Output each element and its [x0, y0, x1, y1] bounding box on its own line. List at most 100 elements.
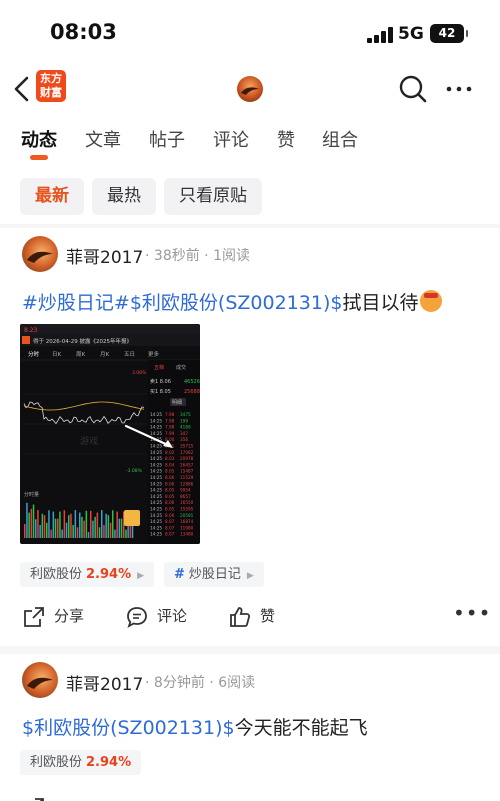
volume-bar — [83, 520, 85, 538]
profile-avatar[interactable] — [237, 76, 263, 102]
volume-bar — [109, 522, 112, 538]
tick-time: 14:25 — [150, 494, 162, 499]
tick-time: 14:25 — [150, 488, 162, 493]
tick-price: 8.06 — [165, 481, 175, 486]
volume-bar — [120, 518, 123, 538]
tick-price: 8.05 — [165, 469, 175, 474]
volume-bar — [105, 513, 107, 538]
disclosure-note: 得于 2026-04-29 披露《2025年年报》 — [33, 337, 132, 345]
stock-tag-link[interactable]: $利欧股份(SZ002131)$ — [22, 717, 235, 739]
stock-pill[interactable]: 利欧股份 2.94% — [20, 750, 142, 775]
tick-volume: 17082 — [180, 450, 194, 455]
tick-time: 14:25 — [150, 500, 162, 505]
stock-change: 2.94% — [86, 567, 132, 582]
search-icon[interactable] — [398, 74, 428, 104]
post-card[interactable]: 菲哥2017 · 8分钟前 · 6阅读 $利欧股份(SZ002131)$今天能不… — [0, 662, 500, 801]
angry-face-icon — [420, 290, 443, 312]
tick-volume: 11529 — [180, 475, 194, 480]
share-icon — [35, 798, 44, 801]
tick-volume: 9954 — [180, 488, 191, 493]
tab-likes[interactable]: 赞 — [277, 126, 295, 152]
chart-tab: 更多 — [148, 350, 160, 358]
volume-bar — [101, 510, 103, 538]
post-card[interactable]: 菲哥2017 · 38秒前 · 1阅读 #炒股日记#$利欧股份(SZ002131… — [0, 236, 500, 646]
volume-bar — [94, 516, 96, 538]
tab-portfolio[interactable]: 组合 — [322, 126, 358, 152]
pct-up-label: 3.08% — [132, 370, 147, 376]
volume-subchart-label: 分时量 — [24, 491, 39, 498]
more-options-icon[interactable]: ••• — [453, 601, 491, 625]
like-button[interactable]: 赞 — [228, 601, 288, 631]
tick-time: 14:25 — [150, 532, 162, 537]
volume-bar — [92, 520, 94, 538]
share-label: 分享 — [54, 607, 85, 625]
tick-price: 8.02 — [165, 450, 175, 455]
logo-text-bottom: 财富 — [40, 86, 62, 99]
status-bar: 08:03 5G 42 — [0, 0, 500, 62]
network-type: 5G — [398, 24, 424, 44]
tick-time: 14:25 — [150, 444, 162, 449]
orderbook-tab: 成交 — [176, 364, 186, 371]
post-content[interactable]: #炒股日记#$利欧股份(SZ002131)$拭目以待 — [22, 288, 443, 315]
more-menu-icon[interactable] — [444, 74, 474, 104]
tick-time: 14:25 — [150, 469, 162, 474]
tick-price: 8.05 — [165, 507, 175, 512]
tab-posts[interactable]: 帖子 — [149, 126, 185, 152]
profile-tabs: 动态 文章 帖子 评论 赞 组合 — [0, 126, 500, 166]
volume-bar — [24, 524, 26, 538]
share-icon — [24, 607, 44, 627]
share-button[interactable]: 分享 — [22, 601, 92, 631]
tab-dynamics[interactable]: 动态 — [21, 126, 57, 152]
volume-bar — [50, 529, 52, 538]
tab-comments[interactable]: 评论 — [213, 126, 249, 152]
post-text: 拭目以待 — [342, 292, 419, 314]
tick-volume: 16874 — [180, 519, 194, 524]
bid-volume: 25688 — [184, 389, 200, 395]
tick-time: 14:25 — [150, 507, 162, 512]
tab-articles[interactable]: 文章 — [85, 126, 121, 152]
topic-pill[interactable]: # 炒股日记 ▶ — [164, 562, 264, 587]
volume-bar — [116, 511, 118, 538]
volume-bar — [41, 513, 44, 538]
tick-volume: 26457 — [180, 462, 194, 467]
app-logo[interactable]: 东方 财富 — [36, 70, 66, 102]
share-button[interactable] — [22, 792, 92, 801]
stock-tag-link[interactable]: $利欧股份(SZ002131)$ — [130, 292, 343, 314]
post-content[interactable]: $利欧股份(SZ002131)$今天能不能起飞 — [22, 713, 368, 740]
volume-bar — [98, 527, 101, 538]
volume-bar — [26, 502, 28, 538]
watermark-icon — [124, 510, 140, 526]
tick-time: 14:25 — [150, 456, 162, 461]
tick-time: 14:25 — [150, 431, 162, 436]
post-image[interactable]: 8.23 得于 2026-04-29 披露《2025年年报》 分时 日K 周K 月K 五… — [20, 324, 200, 544]
tick-price: 8.00 — [165, 437, 175, 442]
stock-pill[interactable]: 利欧股份 2.94% ▶ — [20, 562, 155, 587]
tick-volume: 8657 — [180, 494, 191, 499]
post-username[interactable]: 菲哥2017 — [66, 243, 143, 268]
chart-tab: 分时 — [28, 350, 40, 358]
filter-original-only[interactable]: 只看原贴 — [164, 178, 262, 215]
user-avatar[interactable] — [22, 662, 58, 698]
user-avatar[interactable] — [22, 236, 58, 272]
back-arrow-icon[interactable] — [10, 74, 34, 104]
filter-hottest[interactable]: 最热 — [92, 178, 156, 215]
filter-latest[interactable]: 最新 — [20, 178, 84, 215]
dolphin-icon — [27, 677, 53, 689]
comment-button[interactable]: 评论 — [125, 601, 195, 631]
volume-bar — [32, 504, 35, 538]
volume-bar — [63, 510, 66, 538]
bid-level: 买1 8.05 — [150, 388, 171, 395]
topic-tag-link[interactable]: #炒股日记# — [22, 292, 130, 314]
tick-price: 7.99 — [165, 431, 175, 436]
tick-price: 8.04 — [165, 462, 175, 467]
volume-bar — [28, 512, 30, 538]
volume-bar — [52, 511, 55, 538]
post-username[interactable]: 菲哥2017 — [66, 670, 143, 695]
post-text: 今天能不能起飞 — [234, 717, 368, 739]
ask-level: 卖1 8.06 — [150, 379, 171, 385]
tick-volume: 356 — [180, 437, 188, 442]
volume-bar — [65, 522, 68, 538]
dolphin-icon — [241, 87, 259, 95]
orderbook-tab: 五档 — [154, 364, 164, 371]
tick-time: 14:25 — [150, 525, 162, 530]
